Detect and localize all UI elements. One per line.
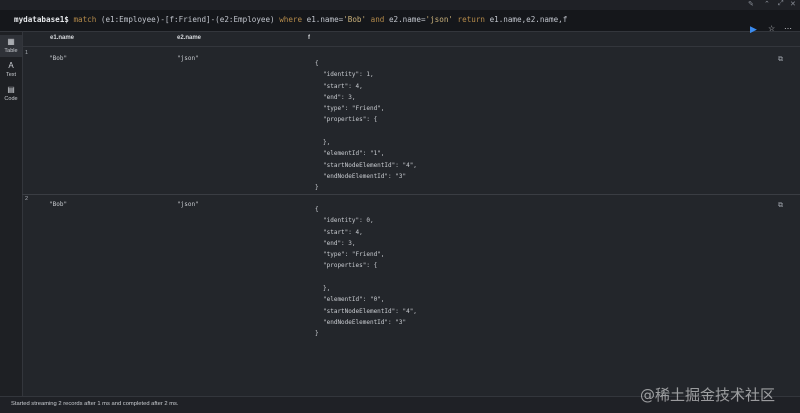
view-table-button[interactable]: ▦ Table	[0, 35, 22, 57]
view-table-label: Table	[4, 48, 18, 54]
table-row: 1 "Bob" "json" { "identity": 1, "start":…	[22, 50, 800, 192]
keyword-match: match	[73, 15, 97, 24]
column-header-e2-name: e2.name	[177, 35, 202, 41]
code-icon: ▤	[7, 85, 15, 94]
cell-e2-name: "json"	[177, 55, 199, 62]
cell-e1-name: "Bob"	[49, 55, 68, 62]
cell-f-json: { "identity": 1, "start": 4, "end": 3, "…	[315, 58, 417, 194]
keyword-where: where	[279, 15, 303, 24]
json-line: {	[315, 206, 319, 213]
json-line: "startNodeElementId": "4",	[323, 307, 417, 315]
query-return: e1.name,e2.name,f	[489, 15, 568, 24]
query-cond2: e2.name=	[388, 15, 426, 24]
view-text-button[interactable]: A Text	[0, 59, 22, 81]
copy-icon[interactable]: ⧉	[778, 56, 783, 64]
table-icon: ▦	[7, 37, 15, 46]
expand-icon[interactable]: ⤢	[778, 0, 784, 8]
json-line: }	[315, 330, 319, 338]
json-line: "type": "Friend",	[323, 105, 385, 113]
json-line: }	[315, 184, 319, 192]
column-header-f: f	[308, 35, 310, 41]
json-line: "start": 4,	[323, 82, 363, 90]
json-line: "type": "Friend",	[323, 251, 385, 259]
json-line: "start": 4,	[323, 228, 363, 236]
view-code-button[interactable]: ▤ Code	[0, 83, 22, 105]
cell-f-json: { "identity": 0, "start": 4, "end": 3, "…	[315, 204, 417, 340]
cell-e2-name: "json"	[177, 201, 199, 208]
db-prompt: mydatabase1$	[14, 15, 69, 24]
column-header-e1-name: e1.name	[50, 35, 75, 41]
query-text[interactable]: mydatabase1$ match (e1:Employee)-[f:Frie…	[14, 14, 567, 26]
json-line: "startNodeElementId": "4",	[323, 161, 417, 169]
json-line: "identity": 0,	[323, 217, 374, 225]
json-line: "properties": {	[323, 262, 378, 270]
json-line: {	[315, 60, 319, 67]
window-top-bar: ✎ ⌃ ⤢ ✕	[0, 0, 800, 10]
json-line	[315, 126, 417, 137]
json-line: "properties": {	[323, 116, 378, 124]
json-line: "end": 3,	[323, 239, 356, 247]
json-line: "elementId": "0",	[323, 296, 385, 304]
json-line: "elementId": "1",	[323, 150, 385, 158]
text-icon: A	[8, 61, 14, 70]
query-val1: 'Bob'	[343, 15, 367, 24]
view-text-label: Text	[5, 72, 17, 78]
status-text: Started streaming 2 records after 1 ms a…	[11, 401, 179, 407]
watermark: @稀土掘金技术社区	[640, 386, 776, 404]
copy-icon[interactable]: ⧉	[778, 202, 783, 210]
json-line: "end": 3,	[323, 93, 356, 101]
json-line: "endNodeElementId": "3"	[323, 318, 407, 326]
table-header: e1.name e2.name f	[22, 32, 800, 47]
cell-e1-name: "Bob"	[49, 201, 68, 208]
view-sidebar: ▦ Table A Text ▤ Code	[0, 32, 23, 412]
view-code-label: Code	[4, 96, 18, 102]
json-line: },	[323, 285, 331, 293]
row-number: 1	[25, 50, 29, 56]
result-table: e1.name e2.name f 1 "Bob" "json" { "iden…	[22, 32, 800, 396]
pin-icon[interactable]: ✎	[748, 0, 754, 8]
json-line: "endNodeElementId": "3"	[323, 172, 407, 180]
json-line: "identity": 1,	[323, 71, 374, 79]
keyword-return: return	[457, 15, 485, 24]
row-divider	[22, 194, 800, 195]
json-line: },	[323, 139, 331, 147]
query-cond1: e1.name=	[306, 15, 344, 24]
keyword-and: and	[370, 15, 385, 24]
table-row: 2 "Bob" "json" { "identity": 0, "start":…	[22, 196, 800, 338]
query-editor[interactable]: mydatabase1$ match (e1:Employee)-[f:Frie…	[0, 10, 800, 34]
query-pattern: (e1:Employee)-[f:Friend]-(e2:Employee)	[100, 15, 275, 24]
row-number: 2	[25, 196, 29, 202]
collapse-icon[interactable]: ⌃	[764, 0, 770, 8]
json-line	[315, 272, 417, 283]
query-val2: 'json'	[425, 15, 453, 24]
close-icon[interactable]: ✕	[790, 0, 796, 8]
